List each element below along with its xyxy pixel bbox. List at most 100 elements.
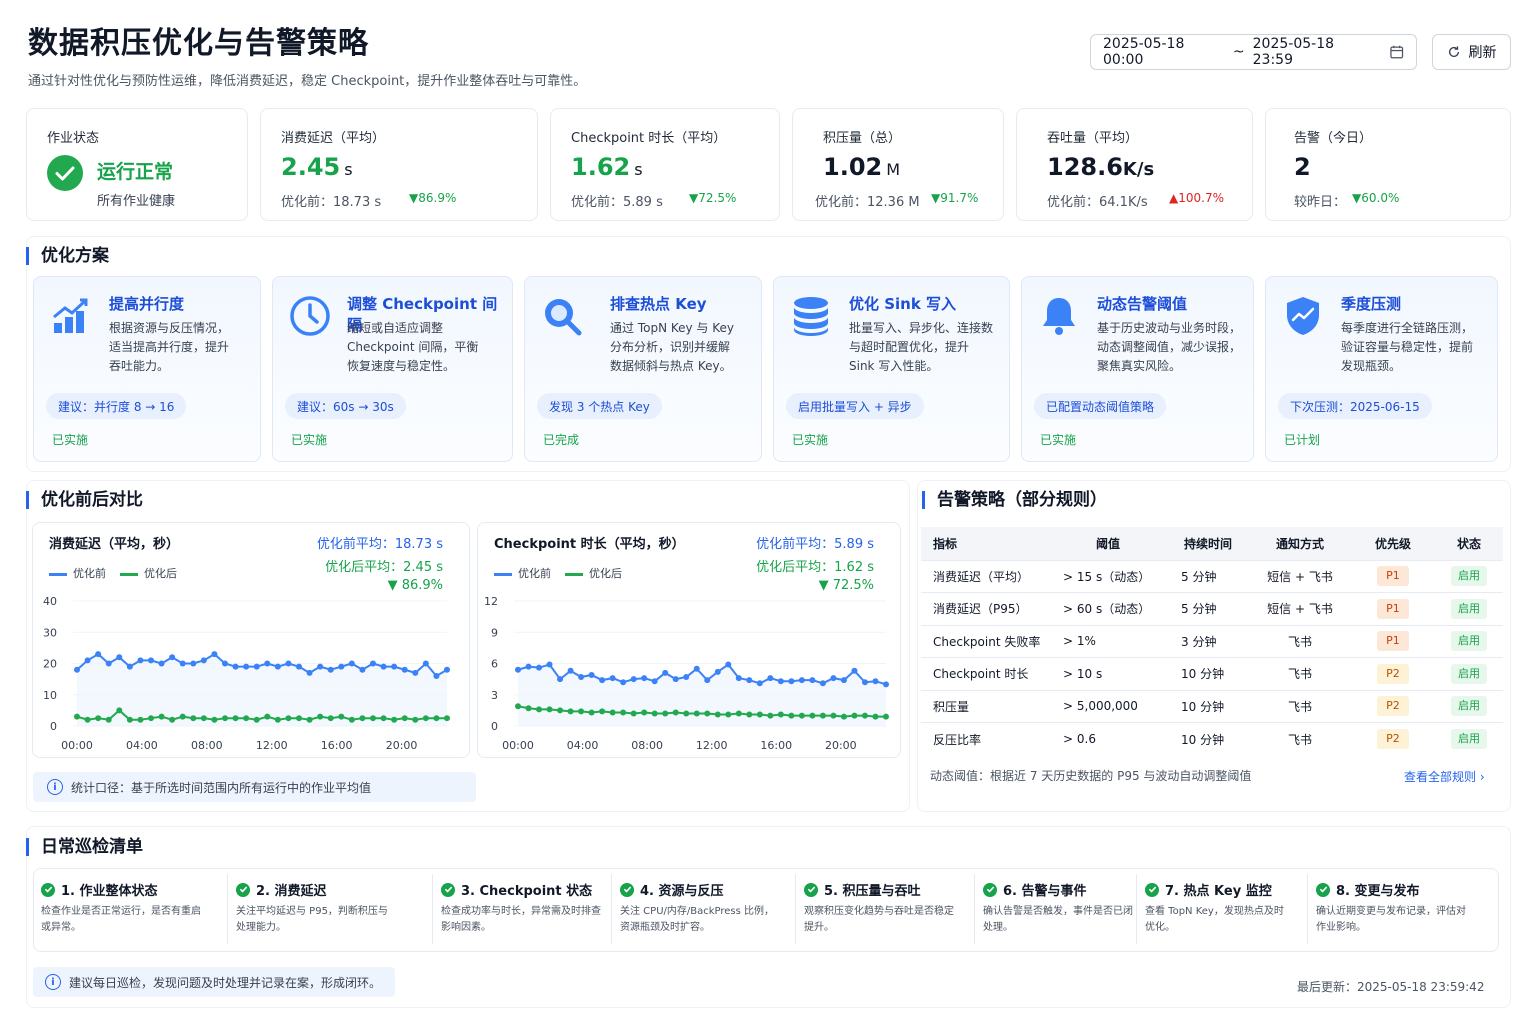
date-range-picker[interactable]: 2025-05-18 00:00 ~ 2025-05-18 23:59: [1090, 34, 1417, 70]
opt-status: 已实施: [792, 433, 829, 447]
data-point: [338, 713, 345, 720]
chart-title: 消费延迟（平均，秒）: [49, 537, 180, 552]
opt-desc: 基于历史波动与业务时段， 动态调整阈值，减少误报， 聚焦真实风险。: [1097, 321, 1242, 373]
data-point: [412, 669, 419, 676]
data-point: [433, 673, 440, 679]
check-circle-icon: [41, 882, 55, 897]
data-point: [861, 712, 868, 719]
kpi-alerts: 告警（今日） 2 较昨日： ▼60.0%: [1265, 108, 1511, 221]
col-status: 状态: [1435, 527, 1503, 560]
opt-card-dynamic-alert[interactable]: 动态告警阈值 基于历史波动与业务时段， 动态调整阈值，减少误报， 聚焦真实风险。…: [1021, 276, 1254, 462]
kpi-sub: 优化前：64.1K/s: [1047, 195, 1148, 210]
data-point: [630, 710, 637, 717]
kpi-unit: s: [344, 160, 353, 179]
opt-card-checkpoint[interactable]: 调整 Checkpoint 间隔 缩短或自适应调整 Checkpoint 间隔，…: [272, 276, 513, 462]
opt-status: 已实施: [291, 433, 328, 447]
data-point: [809, 712, 816, 719]
data-point: [95, 715, 102, 722]
checklist-item-desc: 检查成功率与时长，异常需及时排查 影响因素。: [441, 906, 601, 933]
y-tick-label: 30: [43, 626, 57, 639]
legend-before: 优化前: [49, 565, 106, 581]
cell-priority: P1: [1351, 559, 1435, 593]
x-tick-label: 16:00: [321, 739, 353, 752]
date-separator: ~: [1232, 44, 1245, 60]
cell-priority: P2: [1351, 722, 1435, 755]
data-point: [819, 680, 826, 687]
page-title: 数据积压优化与告警策略: [28, 26, 369, 61]
data-point: [348, 660, 355, 667]
data-point: [327, 666, 334, 673]
data-point: [714, 668, 721, 675]
data-point: [444, 666, 450, 673]
data-point: [222, 715, 228, 722]
check-circle-icon: [804, 882, 818, 897]
cell-notify: 短信 + 飞书: [1249, 559, 1351, 593]
data-point: [515, 703, 521, 710]
opt-card-sink[interactable]: 优化 Sink 写入 批量写入、异步化、连接数 与超时配置优化，提升 Sink …: [773, 276, 1010, 462]
data-point: [253, 716, 260, 723]
data-point: [693, 710, 700, 717]
priority-badge: P2: [1377, 663, 1409, 684]
divider: [974, 874, 975, 944]
kpi-sub: 较昨日：: [1294, 195, 1347, 210]
checklist-item: 5. 积压量与吞吐 观察积压变化趋势与吞吐是否稳定 提升。: [796, 868, 975, 952]
cell-status: 启用: [1435, 559, 1503, 593]
data-point: [609, 675, 616, 682]
y-tick-label: 0: [50, 720, 57, 733]
data-point: [830, 675, 837, 682]
data-point: [222, 660, 228, 667]
check-circle-icon: [1316, 882, 1330, 897]
data-point: [158, 660, 165, 667]
opt-card-parallelism[interactable]: 提高并行度 根据资源与反压情况， 适当提高并行度，提升 吞吐能力。 建议：并行度…: [33, 276, 261, 462]
section-title-comparison: 优化前后对比: [26, 491, 143, 509]
y-tick-label: 10: [43, 689, 57, 702]
data-point: [179, 660, 186, 667]
checklist-item-desc: 观察积压变化趋势与吞吐是否稳定 提升。: [804, 906, 954, 933]
shield-chart-icon: [1287, 297, 1319, 335]
chart-title: Checkpoint 时长（平均，秒）: [494, 537, 685, 552]
data-point: [693, 665, 700, 672]
data-point: [599, 677, 606, 684]
kpi-change: ▼91.7%: [931, 191, 979, 205]
data-point: [798, 712, 805, 719]
data-point: [296, 715, 302, 722]
data-point: [380, 715, 387, 722]
y-tick-label: 12: [484, 595, 498, 608]
opt-card-hotkey[interactable]: 排查热点 Key 通过 TopN Key 与 Key 分布分析，识别并缓解 数据…: [524, 276, 762, 462]
data-point: [137, 716, 144, 723]
cell-metric: 消费延迟（P95）: [921, 592, 1049, 625]
data-point: [725, 711, 732, 718]
checklist-item-title: 1. 作业整体状态: [41, 880, 158, 899]
refresh-button[interactable]: 刷新: [1432, 34, 1511, 70]
checklist-item-desc: 检查作业是否正常运行，是否有重启 或异常。: [41, 906, 201, 933]
kpi-label: 作业状态: [47, 131, 100, 146]
data-point: [883, 713, 889, 720]
checklist-item: 8. 变更与发布 确认近期变更与发布记录，评估对 作业影响。: [1308, 868, 1499, 952]
kpi-change: ▼72.5%: [689, 191, 737, 205]
opt-status: 已完成: [543, 433, 580, 447]
data-point: [296, 663, 302, 670]
data-point: [285, 660, 292, 667]
data-point: [641, 675, 648, 682]
chart-avg-after: 优化后平均：2.45 s: [325, 560, 443, 575]
refresh-label: 刷新: [1468, 45, 1497, 61]
x-tick-label: 04:00: [567, 739, 599, 752]
table-row: Checkpoint 时长 > 10 s 10 分钟 飞书 P2 启用: [921, 657, 1503, 690]
data-point: [746, 677, 753, 684]
checklist-item-title: 7. 热点 Key 监控: [1145, 880, 1272, 899]
data-point: [588, 671, 595, 678]
refresh-icon: [1448, 46, 1459, 57]
checklist-item: 4. 资源与反压 关注 CPU/内存/BackPress 比例， 资源瓶颈及时扩容…: [612, 868, 796, 952]
kpi-sub: 优化前：12.36 M: [815, 195, 920, 210]
data-point: [401, 666, 408, 673]
opt-card-stress-test[interactable]: 季度压测 每季度进行全链路压测， 验证容量与稳定性，提前 发现瓶颈。 下次压测：…: [1265, 276, 1498, 462]
trend-up-chart-icon: [53, 298, 88, 333]
check-circle-icon: [47, 155, 83, 191]
kpi-backlog: 积压量（总） 1.02 M 优化前：12.36 M ▼91.7%: [792, 108, 1004, 221]
data-point: [662, 710, 669, 717]
view-all-rules-link[interactable]: 查看全部规则 ›: [1404, 768, 1485, 785]
data-point: [264, 713, 271, 720]
priority-badge: P1: [1377, 631, 1409, 652]
status-badge: 启用: [1451, 729, 1487, 749]
data-point: [830, 712, 837, 719]
